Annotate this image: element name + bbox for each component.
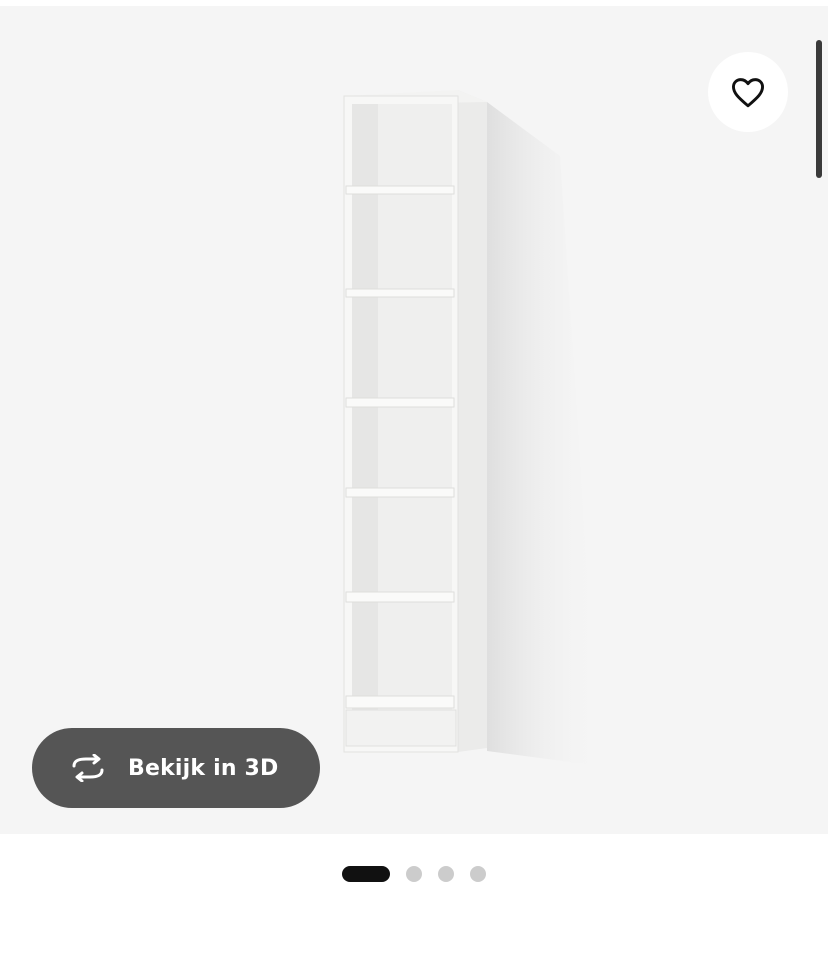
favorite-button[interactable] [708,52,788,132]
heart-icon [731,78,764,108]
carousel-dot-3[interactable] [438,866,454,882]
rotate-3d-icon [68,754,108,782]
carousel-dot-1[interactable] [342,866,390,882]
bookcase-image [343,90,600,766]
carousel-dot-2[interactable] [406,866,422,882]
product-image[interactable]: Bekijk in 3D [0,6,828,834]
carousel-indicator [0,866,828,882]
view-in-3d-button[interactable]: Bekijk in 3D [32,728,320,808]
carousel-dot-4[interactable] [470,866,486,882]
view-in-3d-label: Bekijk in 3D [128,755,279,781]
scrollbar-thumb[interactable] [816,40,822,178]
